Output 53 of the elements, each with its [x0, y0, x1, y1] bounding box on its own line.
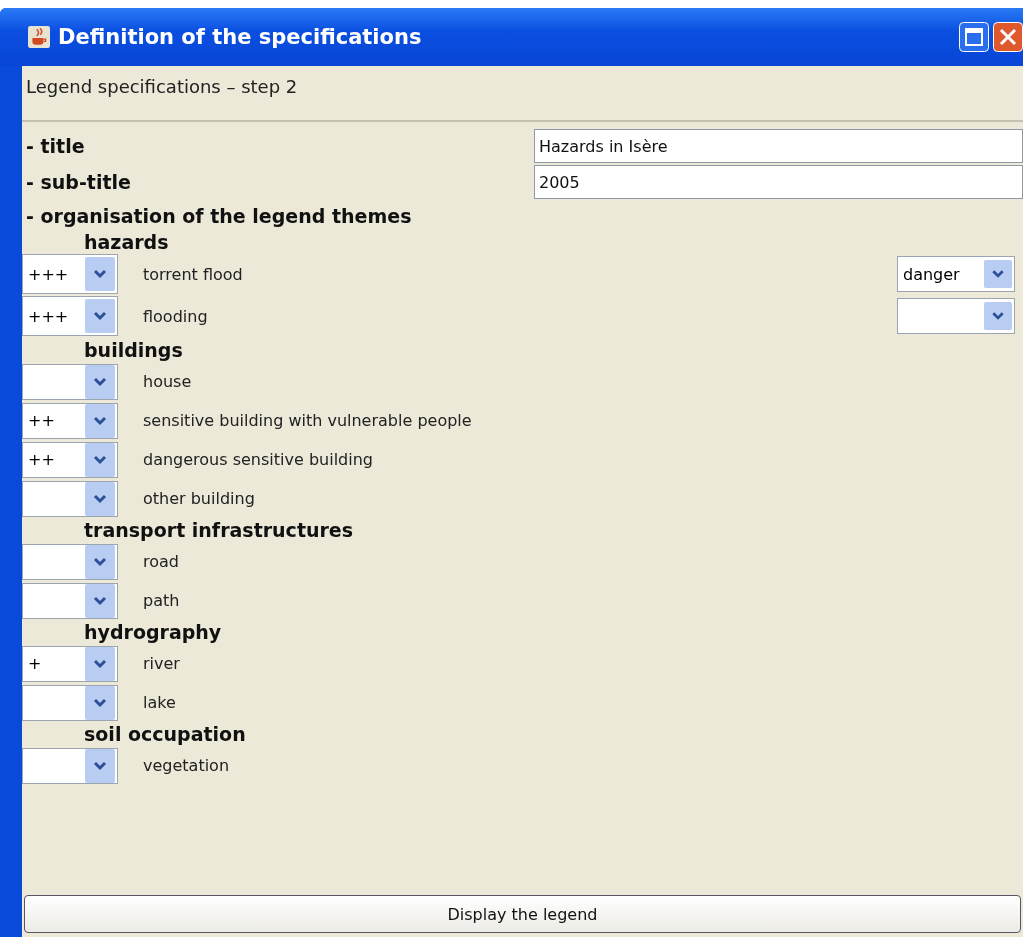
input-field[interactable]: Hazards in Isère [534, 129, 1023, 163]
level-dropdown[interactable]: ++ [22, 441, 118, 478]
level-dropdown[interactable]: ++ [22, 402, 118, 439]
chevron-down-icon [85, 544, 115, 579]
step-heading: Legend specifications – step 2 [22, 66, 1023, 122]
chevron-down-icon [984, 302, 1012, 330]
section-label: - organisation of the legend themes [25, 204, 413, 229]
theme-label: dangerous sensitive building [143, 450, 374, 469]
level-dropdown[interactable] [22, 582, 118, 619]
level-dropdown[interactable]: +++ [22, 296, 118, 336]
chevron-down-icon [85, 442, 115, 477]
level-dropdown[interactable] [22, 480, 118, 517]
chevron-down-icon [85, 583, 115, 618]
chevron-down-icon [85, 748, 115, 783]
level-dropdown[interactable]: +++ [22, 254, 118, 294]
theme-label: vegetation [143, 756, 231, 775]
level-dropdown[interactable] [22, 684, 118, 721]
input-field[interactable]: 2005 [534, 165, 1023, 199]
group-heading: soil occupation [83, 722, 247, 746]
field-label: - title [25, 135, 86, 157]
theme-label: lake [143, 693, 177, 712]
chevron-down-icon [85, 403, 115, 438]
level-dropdown[interactable] [22, 363, 118, 400]
chevron-down-icon [85, 299, 115, 333]
category-dropdown[interactable]: danger [897, 256, 1015, 292]
level-dropdown[interactable]: + [22, 645, 118, 682]
category-dropdown[interactable] [897, 298, 1015, 334]
maximize-button[interactable] [959, 22, 989, 52]
chevron-down-icon [85, 481, 115, 516]
chevron-down-icon [85, 685, 115, 720]
chevron-down-icon [85, 257, 115, 291]
theme-label: path [143, 591, 181, 610]
group-heading: hydrography [83, 620, 223, 644]
chevron-down-icon [85, 646, 115, 681]
chevron-down-icon [85, 364, 115, 399]
group-heading: hazards [83, 230, 170, 254]
theme-label: road [143, 552, 180, 571]
close-button[interactable] [993, 22, 1023, 52]
theme-label: flooding [143, 306, 209, 326]
level-dropdown[interactable] [22, 543, 118, 580]
cup-icon [28, 26, 50, 48]
theme-label: river [143, 654, 181, 673]
group-heading: transport infrastructures [83, 518, 355, 542]
window-title: Definition of the specifications [58, 25, 423, 49]
chevron-down-icon [984, 260, 1012, 288]
group-heading: buildings [83, 338, 184, 362]
theme-label: other building [143, 489, 256, 508]
theme-label: sensitive building with vulnerable people [143, 411, 473, 430]
display-legend-button[interactable]: Display the legend [24, 895, 1021, 933]
theme-label: house [143, 372, 193, 391]
level-dropdown[interactable] [22, 747, 118, 784]
theme-label: torrent flood [143, 264, 244, 284]
field-label: - sub-title [25, 171, 132, 193]
